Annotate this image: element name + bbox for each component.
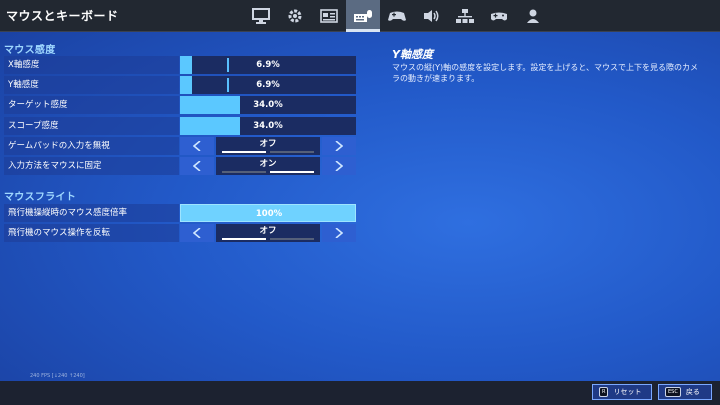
option-value: オフ [259,226,277,236]
setting-lock-input: 入力方法をマウスに固定 オン [4,157,356,175]
gamepad-controller-icon [388,11,406,21]
back-button[interactable]: ESC 戻る [658,384,712,400]
back-label: 戻る [685,388,700,396]
setting-x-sensitivity: X軸感度 6.9% [4,56,356,74]
setting-label: 飛行機のマウス操作を反転 [4,224,179,242]
setting-target-sensitivity: ターゲット感度 34.0% [4,96,356,114]
option-indicator-on [270,171,314,173]
chevron-right-icon [335,141,343,151]
ignore-gamepad-selector[interactable]: オフ [216,137,320,155]
tab-brightness[interactable] [312,0,346,31]
picture-icon [320,8,338,23]
setting-label: X軸感度 [4,56,179,74]
tab-controller[interactable] [380,0,414,31]
lock-input-selector[interactable]: オン [216,157,320,175]
fps-counter: 240 FPS [↓240 ↑240] [30,373,85,379]
page-title: マウスとキーボード [6,9,119,23]
option-indicator-off [222,238,266,240]
reset-button[interactable]: R リセット [592,384,652,400]
y-sensitivity-slider[interactable]: 6.9% [180,76,356,94]
monitor-icon [252,7,270,24]
chevron-right-icon [335,228,343,238]
chevron-left-icon [193,141,201,151]
invert-flight-selector[interactable]: オフ [216,224,320,242]
option-next-button[interactable] [322,157,356,175]
description-title: Y軸感度 [392,48,433,61]
x-sensitivity-slider[interactable]: 6.9% [180,56,356,74]
keyboard-mouse-icon [354,9,372,22]
option-prev-button[interactable] [180,224,214,242]
option-value: オフ [259,139,277,149]
option-prev-button[interactable] [180,157,214,175]
setting-label: ゲームパッドの入力を無視 [4,137,179,155]
tab-game[interactable] [278,0,312,31]
gamepad-icon [491,12,507,20]
reset-key-hint: R [599,387,609,397]
option-prev-button[interactable] [180,137,214,155]
reset-label: リセット [613,388,642,396]
option-indicator-off [222,171,266,173]
option-indicator-off [222,151,266,153]
chevron-left-icon [193,161,201,171]
slider-value: 34.0% [253,121,283,131]
description-text: マウスの縦(Y)軸の感度を設定します。設定を上げると、マウスで上下を見る際のカメ… [392,63,699,83]
tab-user[interactable] [516,0,550,31]
flight-multiplier-slider[interactable]: 100% [180,204,356,222]
setting-invert-flight: 飛行機のマウス操作を反転 オフ [4,224,356,242]
tab-account[interactable] [448,0,482,31]
slider-value: 100% [255,209,283,219]
setting-label: 飛行機操縦時のマウス感度倍率 [4,204,179,222]
setting-label: Y軸感度 [4,76,179,94]
gear-icon [288,9,302,22]
setting-label: スコープ感度 [4,117,179,135]
option-indicator-on [270,151,314,153]
back-key-hint: ESC [665,387,681,397]
option-next-button[interactable] [322,224,356,242]
slider-value: 34.0% [253,100,283,110]
scope-sensitivity-slider[interactable]: 34.0% [180,117,356,135]
section-title-mouse: マウス感度 [4,45,56,56]
speaker-icon [424,9,439,22]
option-value: オン [259,159,277,169]
slider-value: 6.9% [256,80,280,90]
tab-display[interactable] [244,0,278,31]
setting-y-sensitivity: Y軸感度 6.9% [4,76,356,94]
section-title-flight: マウスフライト [4,192,77,203]
slider-value: 6.9% [256,60,280,70]
tab-gamepad[interactable] [482,0,516,31]
setting-ignore-gamepad: ゲームパッドの入力を無視 オフ [4,137,356,155]
setting-flight-multiplier: 飛行機操縦時のマウス感度倍率 100% [4,204,356,222]
setting-label: 入力方法をマウスに固定 [4,157,179,175]
target-sensitivity-slider[interactable]: 34.0% [180,96,356,114]
person-icon [527,9,539,23]
bottom-bar: R リセット ESC 戻る [0,381,720,405]
setting-label: ターゲット感度 [4,96,179,114]
chevron-right-icon [335,161,343,171]
top-bar: マウスとキーボード [0,0,720,32]
tab-audio[interactable] [414,0,448,31]
tab-mouse-keyboard[interactable] [346,0,380,32]
option-indicator-on [270,238,314,240]
network-icon [456,8,474,23]
chevron-left-icon [193,228,201,238]
setting-scope-sensitivity: スコープ感度 34.0% [4,117,356,135]
option-next-button[interactable] [322,137,356,155]
